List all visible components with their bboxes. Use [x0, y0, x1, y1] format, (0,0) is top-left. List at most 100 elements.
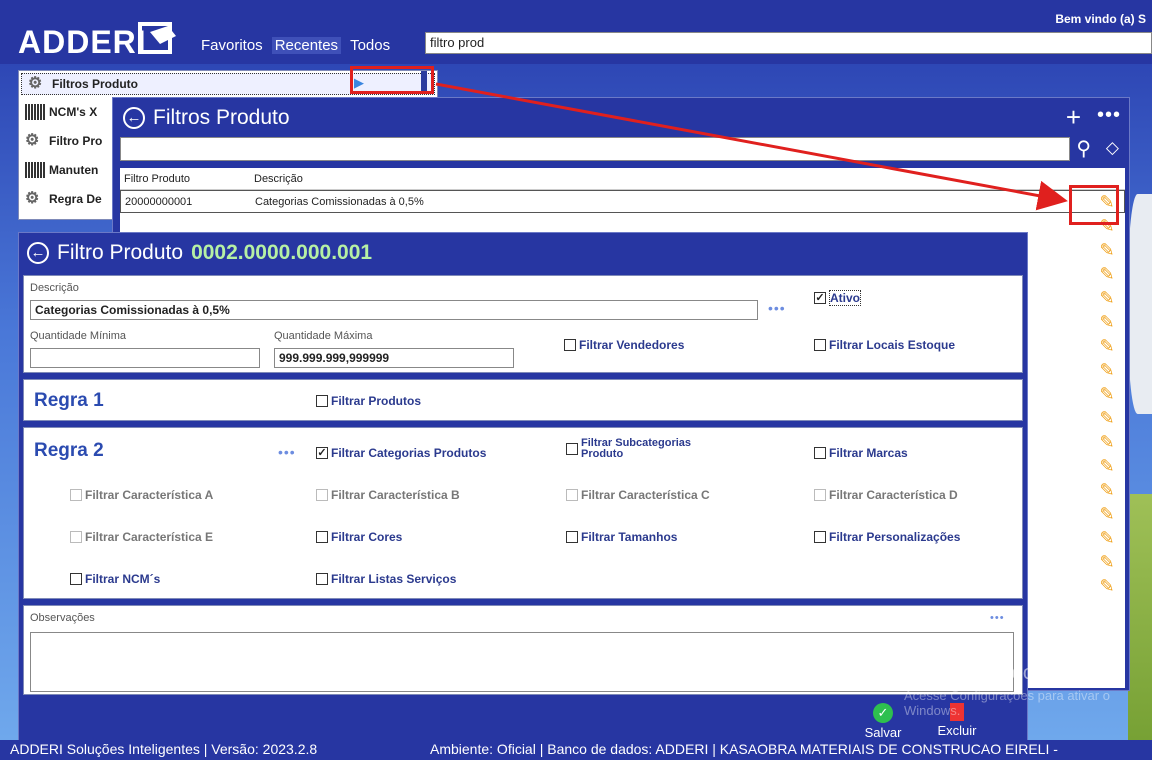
filtro-produto-detail-window: ← Filtro Produto 0002.0000.000.001 Descr… — [18, 232, 1028, 748]
carac-b-checkbox[interactable]: Filtrar Característica B — [316, 488, 460, 502]
filtrar-produtos-checkbox[interactable]: Filtrar Produtos — [316, 394, 421, 408]
checkbox-box — [566, 489, 578, 501]
pencil-icon[interactable]: ✎ — [1095, 264, 1119, 288]
qtd-max-field[interactable]: 999.999.999,999999 — [274, 348, 514, 368]
pencil-icon[interactable]: ✎ — [1095, 504, 1119, 528]
pencil-icon[interactable]: ✎ — [1095, 240, 1119, 264]
record-code: 0002.0000.000.001 — [191, 241, 373, 264]
pencil-icon[interactable]: ✎ — [1095, 456, 1119, 480]
gear-icon: ⚙ — [25, 131, 40, 149]
gear-icon: ⚙ — [28, 75, 43, 92]
list-item-label: Regra De — [49, 191, 102, 206]
delete-label: Excluir — [937, 723, 977, 738]
filtrar-vendedores-checkbox[interactable]: Filtrar Vendedores — [564, 338, 684, 352]
filtrar-marcas-checkbox[interactable]: Filtrar Marcas — [814, 446, 908, 460]
checkbox-label: Ativo — [829, 290, 861, 306]
pencil-icon[interactable]: ✎ — [1095, 432, 1119, 456]
pencil-icon[interactable]: ✎ — [1095, 552, 1119, 576]
pencil-icon[interactable]: ✎ — [1095, 288, 1119, 312]
ativo-checkbox[interactable]: ✓ Ativo — [814, 290, 861, 306]
carac-c-checkbox[interactable]: Filtrar Característica C — [566, 488, 710, 502]
nav-todos[interactable]: Todos — [347, 37, 393, 54]
save-button[interactable]: ✓ Salvar — [859, 703, 907, 740]
checkbox-box — [566, 443, 578, 455]
descricao-field[interactable]: Categorias Comissionadas à 0,5% — [30, 300, 758, 320]
observacoes-panel: Observações ••• — [23, 605, 1023, 695]
annotation-box — [350, 66, 434, 94]
welcome-text: Bem vindo (a) S — [1055, 12, 1146, 26]
carac-a-checkbox[interactable]: Filtrar Característica A — [70, 488, 213, 502]
observacoes-field[interactable] — [30, 632, 1014, 692]
back-arrow-icon[interactable]: ← — [123, 107, 145, 129]
checkbox-box — [316, 573, 328, 585]
checkbox-box — [70, 573, 82, 585]
regra2-panel: Regra 2 ••• ✓ Filtrar Categorias Produto… — [23, 427, 1023, 599]
more-options-icon[interactable]: ••• — [1097, 104, 1121, 127]
checkbox-label: Filtrar Característica D — [829, 488, 958, 502]
pencil-icon[interactable]: ✎ — [1095, 360, 1119, 384]
window-title-text: Filtro Produto — [57, 241, 184, 264]
pencil-icon[interactable]: ✎ — [1095, 384, 1119, 408]
filtrar-cores-checkbox[interactable]: Filtrar Cores — [316, 530, 402, 544]
checkbox-label: Filtrar Produtos — [331, 394, 422, 408]
filtrar-ncms-checkbox[interactable]: Filtrar NCM´s — [70, 572, 160, 586]
eraser-icon[interactable]: ◇ — [1106, 138, 1119, 158]
checkbox-box — [814, 489, 826, 501]
checkbox-label: Filtrar Categorias Produtos — [331, 446, 487, 460]
version-text: ADDERI Soluções Inteligentes | Versão: 2… — [10, 741, 318, 757]
pencil-icon[interactable]: ✎ — [1095, 336, 1119, 360]
filtrar-personalizacoes-checkbox[interactable]: Filtrar Personalizações — [814, 530, 960, 544]
filtrar-subcategorias-checkbox[interactable]: Filtrar Subcategorias Produto — [566, 438, 736, 460]
filtrar-categorias-checkbox[interactable]: ✓ Filtrar Categorias Produtos — [316, 446, 486, 460]
checkbox-box — [316, 395, 328, 407]
checkbox-box — [814, 531, 826, 543]
list-item-label: NCM's X — [49, 104, 98, 119]
checkbox-box — [564, 339, 576, 351]
checkbox-label: Filtrar Característica E — [85, 530, 214, 544]
checkbox-label: Filtrar Vendedores — [579, 338, 685, 352]
main-nav: Favoritos Recentes Todos — [198, 37, 393, 54]
pencil-icon[interactable]: ✎ — [1095, 528, 1119, 552]
general-panel: Descrição Categorias Comissionadas à 0,5… — [23, 275, 1023, 373]
checkbox-label: Filtrar Tamanhos — [581, 530, 678, 544]
nav-favoritos[interactable]: Favoritos — [198, 37, 266, 54]
qtd-min-field[interactable] — [30, 348, 260, 368]
filtrar-locais-checkbox[interactable]: Filtrar Locais Estoque — [814, 338, 955, 352]
pencil-icon[interactable]: ✎ — [1095, 480, 1119, 504]
checkbox-box — [814, 447, 826, 459]
pencil-icon[interactable]: ✎ — [1095, 312, 1119, 336]
checkbox-box — [316, 531, 328, 543]
background-field — [1128, 494, 1152, 760]
checkbox-box — [70, 489, 82, 501]
regra1-panel: Regra 1 Filtrar Produtos — [23, 379, 1023, 421]
add-icon[interactable]: + — [1066, 102, 1081, 133]
checkbox-label: Filtrar Característica B — [331, 488, 460, 502]
regra2-title: Regra 2 — [34, 440, 104, 461]
pencil-icon[interactable]: ✎ — [1095, 408, 1119, 432]
edit-column: ✎ ✎ ✎ ✎ ✎ ✎ ✎ ✎ ✎ ✎ ✎ ✎ ✎ ✎ ✎ ✎ ✎ — [1095, 192, 1119, 600]
top-bar: ADDERI Favoritos Recentes Todos filtro p… — [0, 0, 1152, 64]
more-options-icon[interactable]: ••• — [990, 612, 1005, 624]
filtrar-listas-servicos-checkbox[interactable]: Filtrar Listas Serviços — [316, 572, 456, 586]
background-image — [1128, 194, 1152, 414]
menu-search-input[interactable]: filtro prod — [425, 32, 1152, 54]
column-header[interactable]: Filtro Produto — [120, 173, 254, 185]
checkbox-label: Filtrar NCM´s — [85, 572, 161, 586]
checkbox-label: Filtrar Personalizações — [829, 530, 961, 544]
carac-e-checkbox[interactable]: Filtrar Característica E — [70, 530, 213, 544]
carac-d-checkbox[interactable]: Filtrar Característica D — [814, 488, 958, 502]
more-options-icon[interactable]: ••• — [278, 444, 296, 460]
search-icon[interactable]: ⚲ — [1076, 136, 1091, 161]
pencil-icon[interactable]: ✎ — [1095, 576, 1119, 600]
grid-search-input[interactable] — [120, 137, 1070, 161]
column-header[interactable]: Descrição — [254, 173, 303, 185]
checkbox-label: Filtrar Listas Serviços — [331, 572, 457, 586]
filtrar-tamanhos-checkbox[interactable]: Filtrar Tamanhos — [566, 530, 677, 544]
gear-icon: ⚙ — [25, 189, 40, 207]
more-options-icon[interactable]: ••• — [768, 300, 786, 316]
table-row[interactable]: 20000000001 Categorias Comissionadas à 0… — [120, 190, 1125, 213]
nav-recentes[interactable]: Recentes — [271, 37, 342, 54]
list-item-label: Manuten — [49, 162, 99, 177]
back-arrow-icon[interactable]: ← — [27, 242, 49, 264]
window-title: ← Filtros Produto — [123, 106, 290, 130]
